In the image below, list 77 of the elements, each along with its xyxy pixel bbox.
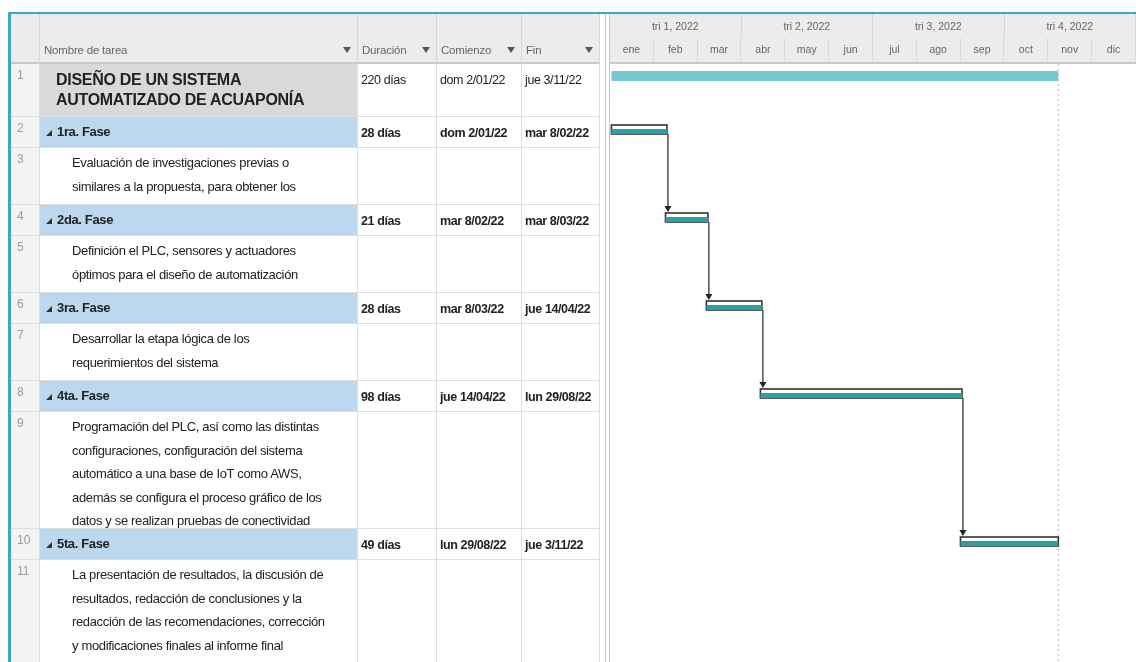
task-name: DISEÑO DE UN SISTEMA AUTOMATIZADO DE ACUAPONÍA — [56, 70, 305, 110]
quarter-label: tri 4, 2022 — [1004, 14, 1136, 38]
task-name: Programación del PLC, así como las distintas configuraciones, configuración del sistema automático a una base de IoT como AWS, además se configura el proceso gráfico de los datos y se realizan pruebas de conectividad — [72, 418, 322, 530]
row-number: 6 — [11, 293, 40, 324]
duration-value: 98 días — [361, 390, 401, 404]
header-corner — [11, 14, 40, 64]
task-name: Evaluación de investigaciones previas o similares a la propuesta, para obtener los — [72, 154, 296, 196]
duration-value: 220 días — [361, 73, 406, 87]
quarter-label: tri 2, 2022 — [741, 14, 873, 38]
start-date: dom 2/01/22 — [440, 126, 508, 140]
collapse-icon[interactable] — [46, 542, 52, 548]
filter-arrow-icon[interactable] — [343, 47, 351, 53]
month-label: may — [785, 38, 830, 62]
column-header[interactable]: Nombre de tarea — [40, 14, 358, 64]
month-label: jul — [872, 38, 917, 62]
row-number: 3 — [11, 148, 40, 205]
phase-bar — [664, 212, 709, 223]
row-number: 9 — [11, 412, 40, 529]
month-label: sep — [960, 38, 1005, 62]
month-label: mar — [697, 38, 742, 62]
column-header[interactable]: Fin — [522, 14, 600, 64]
row-number: 5 — [11, 236, 40, 293]
task-name: La presentación de resultados, la discusión de resultados, redacción de conclusiones y la redacción de las recomendaciones, corrección y modificaciones finales al informe final — [72, 566, 325, 655]
column-header[interactable]: Comienzo — [437, 14, 522, 64]
collapse-icon[interactable] — [46, 306, 52, 312]
row-number: 10 — [11, 529, 40, 560]
task-name: 3ra. Fase — [57, 299, 111, 317]
start-date: mar 8/02/22 — [440, 214, 504, 228]
duration-value: 28 días — [361, 126, 401, 140]
task-name: 4ta. Fase — [57, 387, 110, 405]
row-number: 1 — [11, 64, 40, 117]
task-name: Definición el PLC, sensores y actuadores óptimos para el diseño de automatización — [72, 242, 298, 284]
month-label: ene — [610, 38, 654, 62]
end-date: jue 14/04/22 — [525, 302, 591, 316]
filter-arrow-icon[interactable] — [507, 47, 515, 53]
start-date: dom 2/01/22 — [440, 73, 506, 87]
collapse-icon[interactable] — [46, 394, 52, 400]
column-title: Comienzo — [441, 44, 492, 56]
start-date: mar 8/03/22 — [440, 302, 504, 316]
row-number: 4 — [11, 205, 40, 236]
quarter-label: tri 1, 2022 — [610, 14, 742, 38]
task-name: Desarrollar la etapa lógica de los requerimientos del sistema — [72, 330, 250, 372]
row-number: 8 — [11, 381, 40, 412]
column-title: Duración — [362, 44, 407, 56]
task-name: 5ta. Fase — [57, 535, 110, 553]
task-name: 1ra. Fase — [57, 123, 111, 141]
column-title: Nombre de tarea — [44, 44, 128, 56]
task-name: 2da. Fase — [57, 211, 114, 229]
month-label: nov — [1048, 38, 1093, 62]
filter-arrow-icon[interactable] — [585, 47, 593, 53]
month-label: oct — [1004, 38, 1049, 62]
month-label: feb — [653, 38, 698, 62]
month-label: ago — [916, 38, 961, 62]
collapse-icon[interactable] — [46, 218, 52, 224]
row-number: 2 — [11, 117, 40, 148]
row-number: 7 — [11, 324, 40, 381]
month-label: abr — [741, 38, 786, 62]
column-header[interactable]: Duración — [358, 14, 437, 64]
row-number: 11 — [11, 560, 40, 662]
phase-bar — [705, 300, 763, 311]
start-date: lun 29/08/22 — [440, 538, 507, 552]
start-date: jue 14/04/22 — [440, 390, 506, 404]
end-date: lun 29/08/22 — [525, 390, 592, 404]
column-title: Fin — [526, 44, 542, 56]
end-date: mar 8/03/22 — [525, 214, 589, 228]
duration-value: 49 días — [361, 538, 401, 552]
collapse-icon[interactable] — [46, 130, 52, 136]
duration-value: 21 días — [361, 214, 401, 228]
end-date: jue 3/11/22 — [525, 73, 582, 87]
month-label: jun — [829, 38, 873, 62]
phase-bar — [610, 124, 668, 135]
end-date: mar 8/02/22 — [525, 126, 589, 140]
month-label: dic — [1092, 38, 1136, 62]
quarter-label: tri 3, 2022 — [873, 14, 1005, 38]
filter-arrow-icon[interactable] — [422, 47, 430, 53]
duration-value: 28 días — [361, 302, 401, 316]
end-date: jue 3/11/22 — [525, 538, 584, 552]
